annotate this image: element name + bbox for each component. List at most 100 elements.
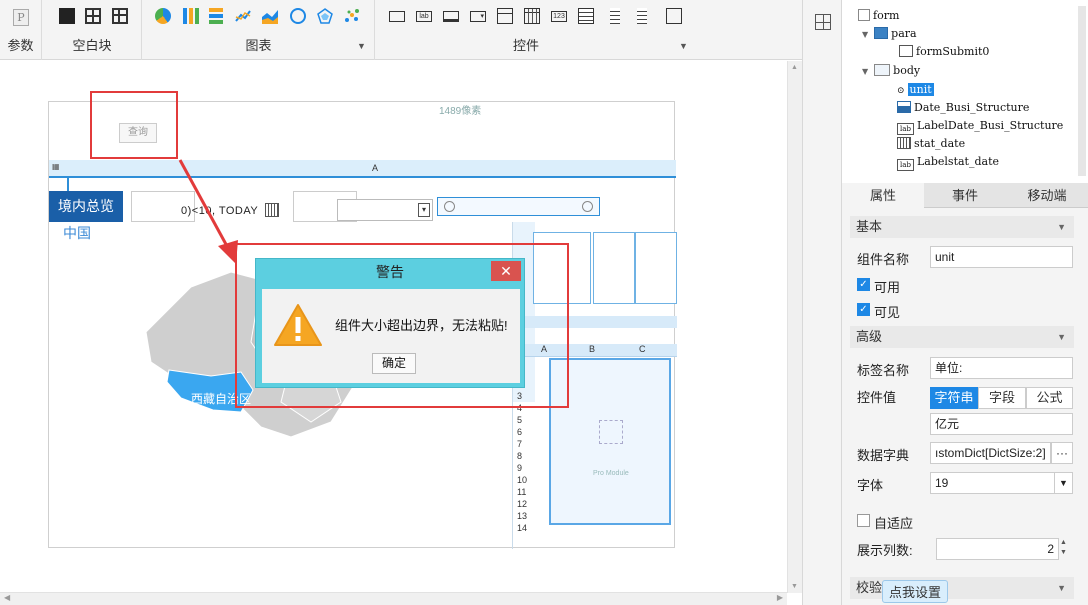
tree-item-stat-date[interactable]: stat_date: [897, 136, 965, 152]
grid-block-icon[interactable]: [112, 8, 128, 24]
chevron-down-icon[interactable]: ▼: [1054, 473, 1072, 493]
width-hint: 1489像素: [439, 106, 482, 117]
row-number: 7: [517, 439, 523, 449]
dialog-close-button[interactable]: ✕: [491, 261, 521, 281]
section-advanced[interactable]: 高级 ▼: [850, 326, 1074, 348]
widget-group-chevron-icon[interactable]: ▼: [679, 41, 688, 51]
drag-handle-icon[interactable]: ▦: [52, 162, 60, 171]
row-number: 14: [517, 523, 528, 533]
bar-chart-icon[interactable]: [183, 8, 199, 24]
visible-checkbox[interactable]: ✓: [857, 303, 870, 316]
horizontal-scrollbar[interactable]: ◀ ▶: [0, 592, 787, 605]
area-chart-icon[interactable]: [262, 8, 278, 24]
value-type-formula[interactable]: 公式: [1026, 387, 1073, 409]
tree-item-body[interactable]: ▼ body: [862, 63, 920, 79]
param-icon[interactable]: P: [13, 9, 29, 26]
mini-table-2[interactable]: [593, 232, 635, 304]
calendar-icon: [897, 137, 911, 149]
radio-group-widget-icon[interactable]: [604, 8, 620, 24]
placeholder-caption: Pro Module: [593, 470, 629, 477]
row-number: 13: [517, 511, 528, 521]
columns-field[interactable]: 2: [936, 538, 1059, 560]
text-area-widget-icon[interactable]: [578, 8, 594, 24]
dialog-body: 组件大小超出边界，无法粘贴! 确定: [262, 289, 520, 383]
component-tree-icon[interactable]: [815, 14, 831, 30]
checkbox-group-widget-icon[interactable]: [631, 8, 647, 24]
absolute-block-icon[interactable]: [59, 8, 75, 24]
tree-item-date-busi[interactable]: Date_Busi_Structure: [897, 100, 1029, 116]
gauge-chart-icon[interactable]: [290, 8, 306, 24]
collapse-icon[interactable]: ▼: [1057, 216, 1066, 238]
radar-chart-icon[interactable]: [317, 8, 333, 24]
number-widget-icon[interactable]: 123: [551, 11, 567, 22]
warning-dialog[interactable]: 警告 ✕ 组件大小超出边界，无法粘贴! 确定: [255, 258, 525, 388]
tab-events[interactable]: 事件: [924, 183, 1006, 208]
label-widget-icon[interactable]: lab: [416, 11, 432, 22]
chart-group-chevron-icon[interactable]: ▼: [357, 41, 366, 51]
blank-block-label: 空白块: [72, 38, 112, 53]
tab-block-icon[interactable]: [85, 8, 101, 24]
section-basic[interactable]: 基本 ▼: [850, 216, 1074, 238]
radio-right-icon[interactable]: [582, 201, 593, 212]
date-widget-icon[interactable]: [497, 8, 513, 24]
columns-stepper-icon[interactable]: ▲ ▼: [1060, 538, 1067, 558]
value-type-field[interactable]: 字段: [978, 387, 1026, 409]
line-chart-icon[interactable]: [235, 8, 251, 24]
vertical-scrollbar[interactable]: ▲ ▼: [787, 61, 802, 593]
component-name-label: 组件名称: [857, 252, 910, 267]
pie-chart-icon[interactable]: [155, 8, 171, 24]
row-number: 10: [517, 475, 528, 485]
unit-radio-widget[interactable]: [437, 197, 600, 216]
text-field-widget-icon[interactable]: [443, 11, 459, 22]
enabled-label: 可用: [874, 280, 901, 295]
tree-item-unit[interactable]: ⊙ unit: [897, 82, 934, 98]
combo-dropdown-icon[interactable]: ▾: [418, 203, 430, 217]
value-type-string[interactable]: 字符串: [930, 387, 978, 409]
data-dict-more-button[interactable]: ···: [1051, 442, 1073, 464]
horizontal-bar-icon[interactable]: [209, 8, 223, 24]
component-name-field[interactable]: unit: [930, 246, 1073, 268]
mini-table-3[interactable]: [635, 232, 677, 304]
adaptive-checkbox[interactable]: [857, 514, 870, 527]
tag-name-field[interactable]: 单位:: [930, 357, 1073, 379]
tree-scrollbar[interactable]: [1078, 6, 1086, 176]
tooltip-setup[interactable]: 点我设置: [882, 580, 949, 603]
radio-left-icon[interactable]: [444, 201, 455, 212]
collapse-icon[interactable]: ▼: [862, 67, 868, 76]
combo-widget[interactable]: ▾: [337, 199, 433, 221]
tab-properties[interactable]: 属性: [842, 183, 924, 208]
data-dict-field[interactable]: ıstomDict[DictSize:2]: [930, 442, 1051, 464]
search-icon: [899, 45, 913, 57]
scroll-down-icon[interactable]: ▼: [791, 583, 798, 590]
scroll-up-icon[interactable]: ▲: [791, 64, 798, 71]
font-select[interactable]: 19 ▼: [930, 472, 1073, 494]
scroll-left-icon[interactable]: ◀: [4, 593, 10, 602]
enabled-checkbox[interactable]: ✓: [857, 278, 870, 291]
calendar-icon[interactable]: [265, 203, 279, 217]
tree-item-label-stat-date[interactable]: lab Labelstat_date: [897, 154, 999, 171]
grid-header-b: B: [589, 344, 596, 354]
search-widget-icon[interactable]: [666, 8, 682, 24]
button-widget-icon[interactable]: [389, 11, 405, 22]
calendar-widget-icon[interactable]: [524, 8, 540, 24]
collapse-icon[interactable]: ▼: [1057, 326, 1066, 348]
dialog-ok-button[interactable]: 确定: [372, 353, 416, 374]
visible-label: 可见: [874, 305, 901, 320]
tag-name-label: 标签名称: [857, 363, 910, 378]
tab-mobile[interactable]: 移动端: [1006, 183, 1088, 208]
component-tree: form ▼ para formSubmit0 ▼ body ⊙ unit Date_…: [842, 0, 1088, 182]
tree-item-para[interactable]: ▼ para: [862, 26, 917, 42]
control-value-field[interactable]: 亿元: [930, 413, 1073, 435]
section-validate-label: 校验: [856, 580, 883, 595]
collapse-icon[interactable]: ▼: [862, 30, 868, 39]
tree-item-formsubmit[interactable]: formSubmit0: [899, 44, 989, 60]
tree-item-label-date-busi[interactable]: lab LabelDate_Busi_Structure: [897, 118, 1063, 135]
tree-item-form[interactable]: form: [858, 8, 899, 24]
scatter-chart-icon[interactable]: [344, 8, 360, 24]
scroll-right-icon[interactable]: ▶: [777, 593, 783, 602]
collapse-icon[interactable]: ▼: [1057, 577, 1066, 599]
section-advanced-label: 高级: [856, 329, 883, 344]
widget-group: lab ▾ 123 控件 ▼: [376, 0, 698, 60]
combo-box-widget-icon[interactable]: ▾: [470, 11, 486, 22]
title-badge[interactable]: 境内总览: [49, 191, 123, 222]
